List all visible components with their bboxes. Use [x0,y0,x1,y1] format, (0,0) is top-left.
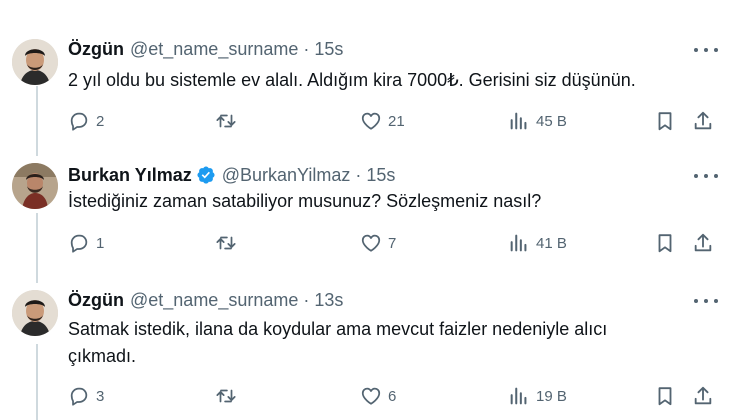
more-icon[interactable] [694,41,718,59]
share-button[interactable] [692,109,714,133]
bookmark-icon [658,234,672,253]
reply-button[interactable]: 1 [68,231,104,255]
author-name[interactable]: Özgün [68,39,124,60]
bookmark-icon [658,112,672,131]
views-button[interactable]: 41 B [508,231,567,255]
separator-dot: · [303,289,310,310]
bookmark-button[interactable] [654,231,676,255]
tweet[interactable]: Burkan Yılmaz @BurkanYilmaz · 15s İstedi… [0,163,730,273]
author-handle[interactable]: @et_name_surname [130,290,298,311]
bookmark-icon [658,387,672,406]
views-button[interactable]: 45 B [508,109,567,133]
bookmark-button[interactable] [654,109,676,133]
author-handle[interactable]: @BurkanYilmaz [222,165,351,186]
author-name[interactable]: Burkan Yılmaz [68,165,192,186]
views-count: 19 B [536,387,567,405]
like-count: 7 [388,234,397,252]
retweet-icon [216,236,236,250]
reply-icon [70,387,88,406]
share-icon [694,386,712,405]
reply-icon [70,112,88,131]
views-icon [510,387,527,405]
like-count: 21 [388,112,405,130]
share-icon [694,233,712,252]
author-handle[interactable]: @et_name_surname [130,39,298,60]
views-icon [510,234,527,252]
reply-count: 2 [96,112,105,130]
more-icon[interactable] [694,167,718,185]
timestamp[interactable]: 15s [314,39,343,60]
tweet-header: Burkan Yılmaz @BurkanYilmaz · 15s [68,163,395,187]
heart-icon [361,234,381,252]
avatar[interactable] [12,39,58,85]
share-button[interactable] [692,231,714,255]
tweet-text-line: Satmak istedik, ilana da koydular ama me… [68,319,608,339]
retweet-button[interactable] [214,109,244,133]
share-icon [694,111,712,130]
views-count: 41 B [536,234,567,252]
like-button[interactable]: 7 [360,231,396,255]
timestamp[interactable]: 15s [366,165,395,186]
tweet-text-line: çıkmadı. [68,346,137,366]
tweet-header: Özgün @et_name_surname · 13s [68,288,343,312]
separator-dot: · [355,164,362,185]
tweet[interactable]: Özgün @et_name_surname · 15s 2 yıl oldu … [0,37,730,147]
action-bar: 2 21 45 B [68,109,718,133]
bookmark-button[interactable] [654,384,676,408]
share-button[interactable] [692,384,714,408]
author-name[interactable]: Özgün [68,290,124,311]
avatar[interactable] [12,163,58,209]
more-icon[interactable] [694,292,718,310]
like-count: 6 [388,387,397,405]
tweet-text: İstediğiniz zaman satabiliyor musunuz? S… [68,188,688,215]
reply-count: 1 [96,234,105,252]
heart-icon [361,112,381,130]
retweet-button[interactable] [214,231,244,255]
retweet-button[interactable] [214,384,244,408]
reply-button[interactable]: 3 [68,384,104,408]
verified-badge-icon [197,166,215,184]
reply-button[interactable]: 2 [68,109,104,133]
timestamp[interactable]: 13s [314,290,343,311]
views-button[interactable]: 19 B [508,384,567,408]
views-icon [510,112,527,130]
avatar[interactable] [12,290,58,336]
tweet-header: Özgün @et_name_surname · 15s [68,37,343,61]
views-count: 45 B [536,112,567,130]
heart-icon [361,387,381,405]
action-bar: 1 7 41 B [68,231,718,255]
tweet[interactable]: Özgün @et_name_surname · 13s Satmak iste… [0,288,730,420]
action-bar: 3 6 19 B [68,384,718,408]
retweet-icon [216,114,236,128]
tweet-text: Satmak istedik, ilana da koydular ama me… [68,316,688,370]
retweet-icon [216,389,236,403]
reply-icon [70,234,88,253]
tweet-text-line: 2 yıl oldu bu sistemle ev alalı. Aldığım… [68,70,636,90]
separator-dot: · [303,38,310,59]
like-button[interactable]: 21 [360,109,405,133]
reply-count: 3 [96,387,105,405]
tweet-text: 2 yıl oldu bu sistemle ev alalı. Aldığım… [68,67,688,94]
tweet-text-line: İstediğiniz zaman satabiliyor musunuz? S… [68,191,542,211]
like-button[interactable]: 6 [360,384,396,408]
